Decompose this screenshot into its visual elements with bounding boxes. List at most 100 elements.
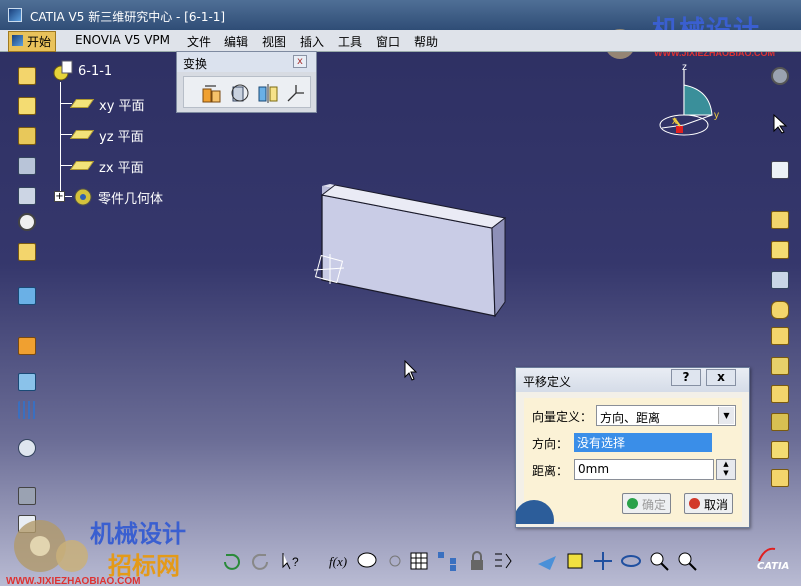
axis-to-axis-icon[interactable] bbox=[284, 81, 308, 105]
pocket-icon[interactable] bbox=[768, 238, 792, 262]
left-toolbar bbox=[12, 60, 42, 533]
pad-icon[interactable] bbox=[15, 94, 39, 118]
menu-view[interactable]: 视图 bbox=[262, 33, 286, 50]
catia-logo-text: CATIA bbox=[757, 561, 790, 572]
direction-field[interactable]: 没有选择 bbox=[574, 433, 712, 452]
rotate-view-icon[interactable] bbox=[620, 550, 642, 572]
groove-icon[interactable] bbox=[768, 268, 792, 292]
expand-plus-icon[interactable]: + bbox=[54, 191, 65, 202]
window-title: CATIA V5 新三维研究中心 - [6-1-1] bbox=[30, 10, 226, 24]
compass-x-label: x bbox=[672, 116, 677, 127]
plane-icon bbox=[69, 161, 95, 170]
menu-tools[interactable]: 工具 bbox=[338, 33, 362, 50]
sketch-based-feature-icon[interactable] bbox=[15, 64, 39, 88]
tree-item-zx-plane[interactable]: zx 平面 bbox=[69, 156, 223, 176]
tree-item-label: 零件几何体 bbox=[98, 192, 164, 207]
shaft-icon[interactable] bbox=[15, 124, 39, 148]
chevron-down-icon[interactable]: ▼ bbox=[718, 407, 734, 424]
fly-mode-icon[interactable] bbox=[536, 550, 558, 572]
select-arrow-icon[interactable] bbox=[768, 112, 792, 136]
pan-icon[interactable] bbox=[592, 550, 614, 572]
ok-button[interactable]: 确定 bbox=[622, 493, 672, 514]
rotation-icon[interactable] bbox=[228, 81, 252, 105]
part-root-icon[interactable] bbox=[52, 60, 74, 82]
bottom-tool-strip: ? f(x) bbox=[200, 546, 740, 576]
thread-icon[interactable] bbox=[768, 466, 792, 490]
hole-icon[interactable] bbox=[15, 154, 39, 178]
watermark-bottom-text1: 机械设计 bbox=[90, 519, 186, 548]
tree-root-label: 6-1-1 bbox=[78, 64, 113, 79]
tree-item-part-body[interactable]: + 零件几何体 bbox=[50, 187, 220, 207]
tree-connector bbox=[60, 82, 61, 196]
menu-window[interactable]: 窗口 bbox=[376, 33, 400, 50]
transform-toolbar-title: 变换 bbox=[183, 57, 208, 71]
menu-edit[interactable]: 编辑 bbox=[224, 33, 248, 50]
sketcher-icon[interactable] bbox=[768, 158, 792, 182]
transform-tools bbox=[183, 76, 311, 108]
pattern-icon[interactable] bbox=[15, 398, 39, 422]
mirror-icon[interactable] bbox=[15, 370, 39, 394]
thickness-icon[interactable] bbox=[768, 438, 792, 462]
transformation-icon[interactable] bbox=[15, 334, 39, 358]
tree-item-yz-plane[interactable]: yz 平面 bbox=[69, 125, 223, 145]
slot-icon[interactable] bbox=[768, 298, 792, 322]
translate-definition-dialog: 平移定义 ? x 向量定义： 方向、距离 ▼ 方向： 没有选择 距离： 0mm … bbox=[515, 367, 750, 528]
target-icon[interactable] bbox=[15, 210, 39, 234]
vector-definition-value: 方向、距离 bbox=[600, 411, 661, 425]
distance-label: 距离： bbox=[532, 464, 569, 478]
table-icon[interactable] bbox=[408, 550, 430, 572]
close-button[interactable]: x bbox=[706, 369, 736, 386]
transform-toolbar[interactable]: 变换 x bbox=[176, 51, 317, 113]
whats-this-icon[interactable]: ? bbox=[280, 550, 302, 572]
watermark-bottom: 机械设计 招标网 WWW.JIXIEZHAOBIAO.COM bbox=[0, 510, 240, 586]
vector-definition-label: 向量定义： bbox=[532, 410, 593, 424]
comment-icon[interactable] bbox=[356, 550, 378, 572]
formula-icon[interactable]: f(x) bbox=[328, 550, 350, 572]
remove-face-icon[interactable] bbox=[768, 410, 792, 434]
pad-right-icon[interactable] bbox=[768, 208, 792, 232]
transform-toolbar-header[interactable]: 变换 x bbox=[177, 52, 316, 72]
tree-item-label: yz 平面 bbox=[99, 130, 144, 145]
menu-help[interactable]: 帮助 bbox=[414, 33, 438, 50]
plane-icon bbox=[69, 99, 95, 108]
redo-icon[interactable] bbox=[250, 550, 272, 572]
zoom-in-icon[interactable] bbox=[648, 550, 670, 572]
tree-expand-icon[interactable] bbox=[436, 550, 458, 572]
catia-app-icon[interactable] bbox=[8, 8, 22, 22]
menu-file[interactable]: 文件 bbox=[187, 33, 211, 50]
watermark-bottom-url: WWW.JIXIEZHAOBIAO.COM bbox=[6, 576, 141, 586]
boolean-icon[interactable] bbox=[15, 436, 39, 460]
translation-icon[interactable] bbox=[200, 81, 224, 105]
rib-icon[interactable] bbox=[15, 184, 39, 208]
symmetry-icon[interactable] bbox=[256, 81, 280, 105]
distance-input[interactable]: 0mm bbox=[574, 459, 714, 480]
menu-start[interactable]: 开始 bbox=[8, 31, 57, 52]
compass-widget[interactable]: z x y bbox=[652, 60, 732, 145]
distance-spinner[interactable]: ▲ ▼ bbox=[716, 459, 736, 480]
knowledge-icon[interactable] bbox=[384, 550, 406, 572]
direction-label: 方向： bbox=[532, 437, 569, 451]
dress-up-icon[interactable] bbox=[15, 240, 39, 264]
measure-icon[interactable] bbox=[15, 484, 39, 508]
gear-watermark-icon bbox=[14, 520, 88, 572]
close-icon[interactable]: x bbox=[293, 55, 307, 68]
cancel-x-icon bbox=[689, 498, 700, 509]
menu-enovia[interactable]: ENOVIA V5 VPM bbox=[75, 33, 170, 47]
cancel-button[interactable]: 取消 bbox=[684, 493, 734, 514]
part-3d-block[interactable] bbox=[300, 180, 520, 320]
tree-item-label: xy 平面 bbox=[99, 99, 145, 114]
help-button[interactable]: ? bbox=[671, 369, 701, 386]
stiffener-icon[interactable] bbox=[768, 354, 792, 378]
parameter-icon[interactable] bbox=[492, 550, 514, 572]
solid-combine-icon[interactable] bbox=[768, 324, 792, 348]
settings-gear-icon[interactable] bbox=[768, 64, 792, 88]
surface-icon[interactable] bbox=[15, 284, 39, 308]
lock-icon[interactable] bbox=[466, 550, 488, 572]
zoom-out-icon[interactable] bbox=[676, 550, 698, 572]
compass-y-label: y bbox=[714, 110, 719, 121]
fit-all-icon[interactable] bbox=[564, 550, 586, 572]
dialog-header[interactable]: 平移定义 ? x bbox=[516, 368, 749, 392]
multi-section-icon[interactable] bbox=[768, 382, 792, 406]
vector-definition-select[interactable]: 方向、距离 ▼ bbox=[596, 405, 736, 426]
menu-insert[interactable]: 插入 bbox=[300, 33, 324, 50]
